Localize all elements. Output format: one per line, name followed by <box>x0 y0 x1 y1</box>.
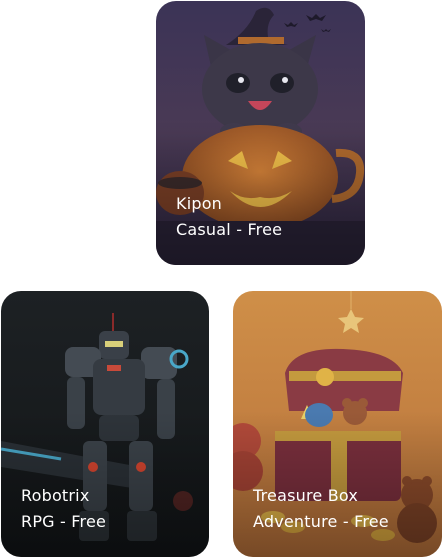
card-caption: Treasure Box Adventure - Free <box>253 483 389 535</box>
game-title: Kipon <box>176 194 223 213</box>
game-genre-price: RPG - Free <box>21 512 107 531</box>
card-caption: Robotrix RPG - Free <box>21 483 106 535</box>
game-genre-price: Adventure - Free <box>253 512 389 531</box>
game-title: Robotrix <box>21 486 90 505</box>
game-card-kipon[interactable]: Kipon Casual - Free <box>156 1 365 265</box>
game-title: Treasure Box <box>253 486 359 505</box>
card-caption: Kipon Casual - Free <box>176 191 282 243</box>
game-card-robotrix[interactable]: Robotrix RPG - Free <box>1 291 209 557</box>
game-card-treasure-box[interactable]: Treasure Box Adventure - Free <box>233 291 442 557</box>
game-genre-price: Casual - Free <box>176 220 283 239</box>
